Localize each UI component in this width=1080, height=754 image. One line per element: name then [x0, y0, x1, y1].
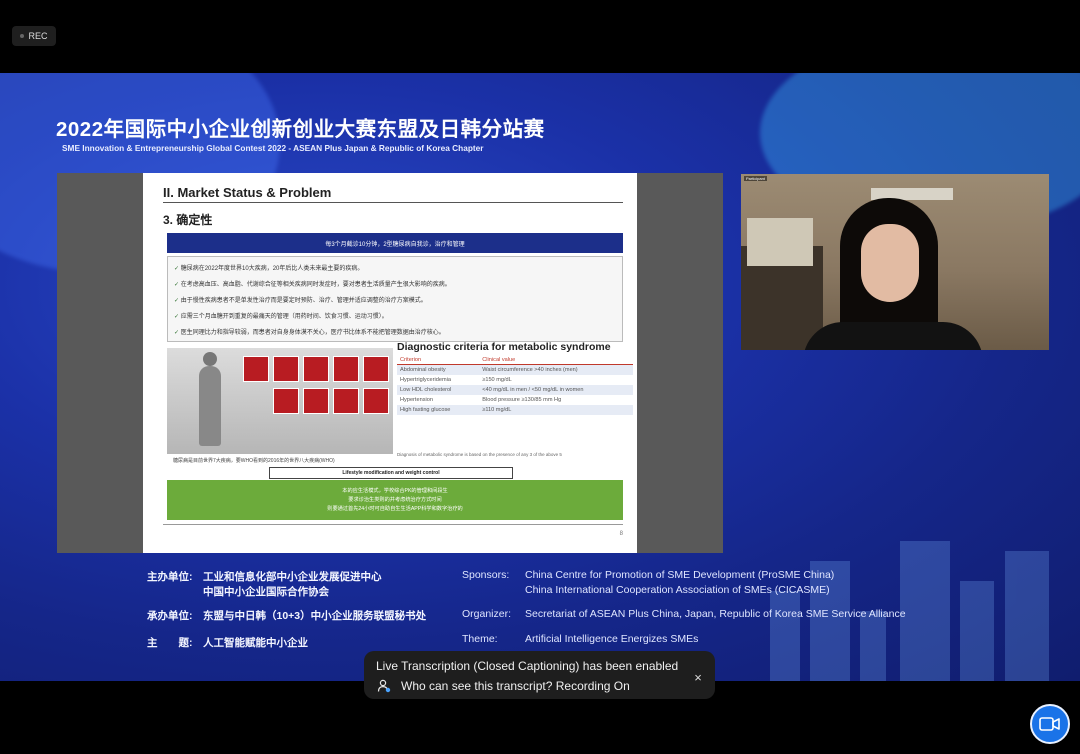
table-cell: Waist circumference >40 inches (men) — [479, 364, 633, 375]
slide-page-number: 8 — [619, 531, 623, 537]
diagnostic-table: Criterion Clinical value Abdominal obesi… — [397, 356, 633, 415]
table-cell: Hypertriglyceridemia — [400, 377, 451, 383]
transcript-visibility-link[interactable]: Who can see this transcript? Recording O… — [401, 679, 630, 693]
zh-organizer-label: 承办单位: — [147, 610, 193, 622]
summary-line: 本的应生活模式，学校综合PK的管理和间段生 — [342, 487, 448, 494]
banner-subtitle: SME Innovation & Entrepreneurship Global… — [62, 143, 484, 153]
list-item: 由于慢性疾病患者不是单发性治疗而是要定时预防、治疗、管理并适应调整的治疗方案模式… — [174, 293, 616, 309]
video-background-books — [747, 218, 813, 266]
table-row: Abdominal obesity Waist circumference >4… — [397, 364, 633, 375]
transcription-notification: Live Transcription (Closed Captioning) h… — [364, 651, 715, 699]
participant-shirt — [803, 322, 983, 350]
slide-divider — [163, 202, 623, 203]
en-organizer-label: Organizer: — [462, 608, 512, 620]
transcription-status-text: Live Transcription (Closed Captioning) h… — [376, 659, 679, 673]
list-item: 应需三个月血糖开到重复的最痛天的管理（用药时间、饮食习惯、运动习惯）。 — [174, 309, 616, 325]
table-row: Hypertriglyceridemia ≥150 mg/dL — [397, 375, 633, 385]
cityscape-decoration — [750, 531, 1080, 681]
participant-video-tile[interactable]: Participant — [741, 174, 1049, 350]
zh-theme-label: 主 题: — [147, 637, 193, 649]
organ-icon — [363, 388, 389, 414]
en-sponsors-line2: China International Cooperation Associat… — [525, 584, 830, 596]
zh-organizer-value: 东盟与中日韩（10+3）中小企业服务联盟秘书处 — [203, 610, 427, 622]
slide-bullet-list: 糖尿病在2022年度世界10大疾病，20年后比人类未来最主要的疾病。 在考虑高血… — [167, 256, 623, 342]
slide-subheading: 3. 确定性 — [163, 213, 213, 227]
slide-footer-rule — [163, 524, 623, 525]
en-sponsors-label: Sponsors: — [462, 569, 510, 581]
zh-sponsors-line2: 中国中小企业国际合作协会 — [203, 586, 329, 598]
camera-toggle-button[interactable] — [1030, 704, 1070, 744]
organ-icon — [273, 356, 299, 382]
organ-icon — [333, 388, 359, 414]
recording-badge: REC — [12, 26, 56, 46]
participant-name-label: Participant — [744, 176, 767, 181]
table-header: Clinical value — [479, 356, 633, 365]
banner-title: 2022年国际中小企业创新创业大赛东盟及日韩分站赛 — [56, 118, 545, 141]
list-item: 糖尿病在2022年度世界10大疾病，20年后比人类未来最主要的疾病。 — [174, 261, 616, 277]
list-item: 在考虑高血压、高血脂、代谢综合征等相关疾病同时发症时，要对患者生活质量产生很大影… — [174, 277, 616, 293]
table-cell: Blood pressure ≥130/85 mm Hg — [482, 397, 562, 403]
table-cell: <40 mg/dL in men / <50 mg/dL in women — [479, 385, 633, 395]
table-cell: Hypertension — [400, 397, 433, 403]
shared-screen: 2022年国际中小企业创新创业大赛东盟及日韩分站赛 SME Innovation… — [0, 73, 1080, 681]
table-row: Hypertension Blood pressure ≥130/85 mm H… — [397, 395, 633, 405]
participant-face — [861, 224, 919, 302]
slide-heading: II. Market Status & Problem — [163, 185, 332, 200]
organ-icon — [363, 356, 389, 382]
slide-frame: II. Market Status & Problem 3. 确定性 每3个月截… — [57, 173, 723, 553]
summary-line: 则要通过首先24小时可自助自生生活APP科学和数字治疗的 — [327, 505, 463, 512]
zh-sponsors-label: 主办单位: — [147, 571, 193, 583]
person-visibility-icon — [377, 679, 391, 693]
presentation-slide: II. Market Status & Problem 3. 确定性 每3个月截… — [143, 173, 637, 553]
en-sponsors-line1: China Centre for Promotion of SME Develo… — [525, 569, 835, 581]
human-figure-icon — [199, 366, 221, 446]
recording-dot-icon — [20, 34, 25, 38]
table-row: Low HDL cholesterol <40 mg/dL in men / <… — [397, 385, 633, 395]
summary-line: 要求诊治生类则的并考虑统治疗方式时间 — [348, 496, 442, 503]
organ-icon — [243, 356, 269, 382]
zh-sponsors-line1: 工业和信息化部中小企业发展促进中心 — [203, 571, 382, 583]
table-cell: ≥110 mg/dL — [479, 405, 633, 415]
table-cell: ≥150 mg/dL — [482, 377, 512, 383]
en-theme-label: Theme: — [462, 633, 498, 645]
table-cell: Low HDL cholesterol — [397, 385, 480, 395]
diagnostic-title: Diagnostic criteria for metabolic syndro… — [397, 341, 611, 353]
list-item: 医生同理比力和指导较弱，而患者对自身身体漠不关心，医疗书比体系不能把管理数据由治… — [174, 325, 616, 341]
slide-banner-bar: 每3个月截诊10分钟，2型糖尿病自我诊，治疗和管理 — [167, 233, 623, 253]
slide-illustration — [167, 348, 393, 454]
video-camera-icon — [1039, 717, 1060, 731]
table-row: High fasting glucose ≥110 mg/dL — [397, 405, 633, 415]
table-cell: Abdominal obesity — [397, 364, 480, 375]
table-cell: High fasting glucose — [397, 405, 480, 415]
table-header: Criterion — [397, 356, 480, 365]
en-organizer-value: Secretariat of ASEAN Plus China, Japan, … — [525, 608, 906, 620]
close-notification-button[interactable]: × — [690, 669, 706, 685]
en-theme-value: Artificial Intelligence Energizes SMEs — [525, 633, 699, 645]
zh-theme-value: 人工智能赋能中小企业 — [203, 637, 308, 649]
organ-icon — [303, 388, 329, 414]
recording-label: REC — [28, 31, 48, 41]
green-summary-box: 本的应生活模式，学校综合PK的管理和间段生 要求诊治生类则的并考虑统治疗方式时间… — [167, 480, 623, 520]
human-figure-icon — [203, 352, 217, 366]
organ-icon — [273, 388, 299, 414]
organ-icon — [333, 356, 359, 382]
diagnostic-footnote: Diagnosis of metabolic syndrome is based… — [397, 452, 562, 457]
lifestyle-box: Lifestyle modification and weight contro… — [269, 467, 513, 479]
organ-icon — [303, 356, 329, 382]
slide-image-caption: 糖尿病是目前世界7大疾病，要WHO看到的2016年的世界八大疾病(WHO) — [173, 458, 335, 464]
